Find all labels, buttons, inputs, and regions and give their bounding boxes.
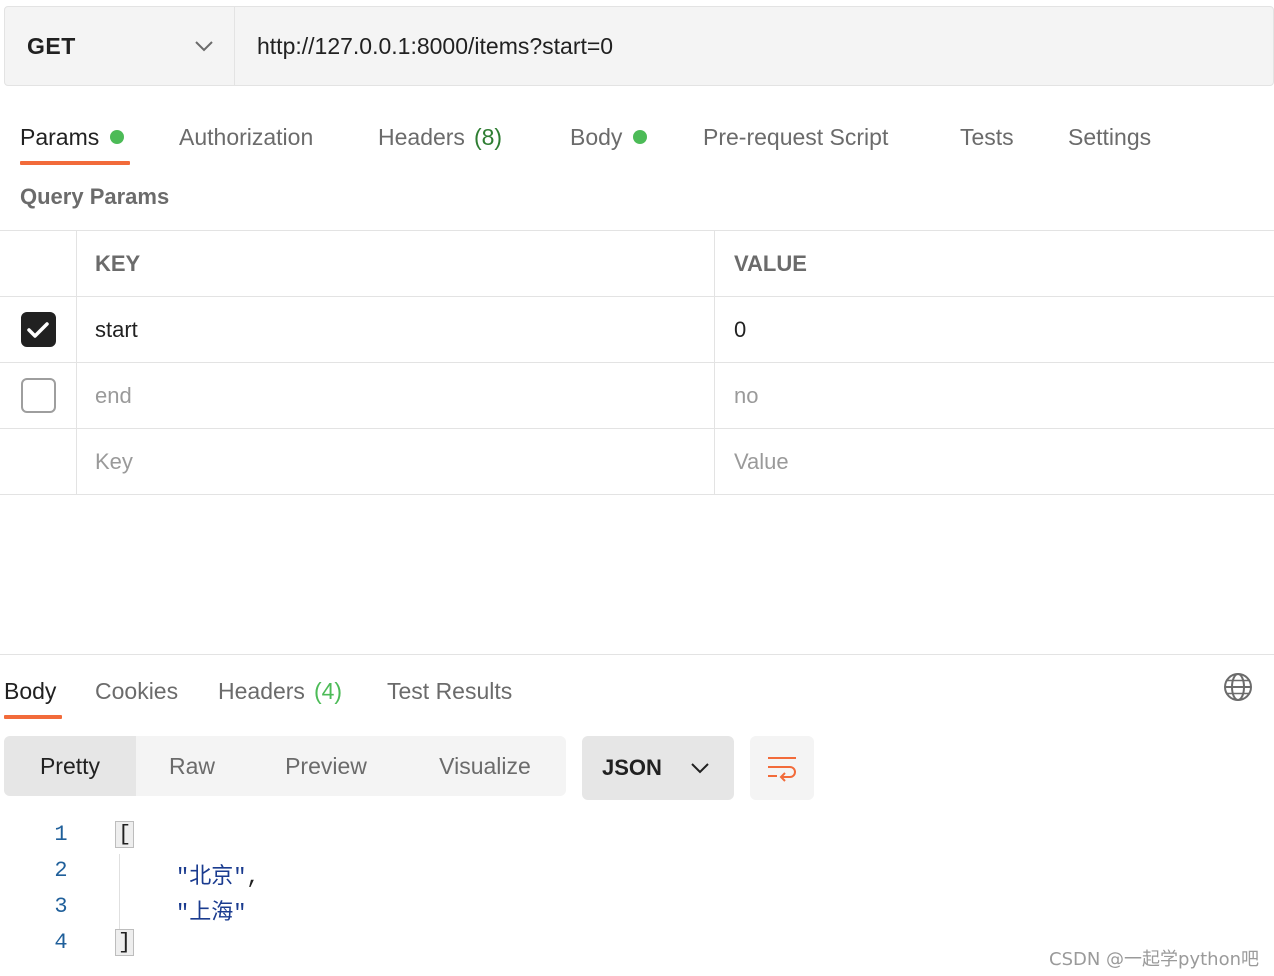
param-key-start[interactable]: start [77, 297, 715, 362]
format-label: JSON [602, 755, 662, 780]
query-params-table: KEY VALUE start 0 end no Key Value [0, 230, 1274, 495]
tab-pre-request-script[interactable]: Pre-request Script [703, 108, 888, 166]
tab-tests-label: Tests [960, 123, 1014, 150]
res-tab-body-label: Body [4, 677, 57, 704]
string-text: "北京" [176, 865, 247, 890]
tab-params[interactable]: Params [20, 108, 125, 166]
tab-authorization[interactable]: Authorization [179, 108, 313, 166]
tab-body[interactable]: Body [570, 108, 648, 166]
row-checkbox-cell [0, 429, 77, 494]
new-value-input[interactable]: Value [715, 429, 1274, 494]
header-checkbox-col [0, 231, 77, 296]
query-params-title: Query Params [20, 184, 170, 209]
res-tab-body[interactable]: Body [4, 662, 56, 720]
line-number: 1 [54, 822, 68, 847]
body-status-dot [633, 130, 648, 144]
tab-tests[interactable]: Tests [960, 108, 1014, 166]
res-tab-test-results-label: Test Results [387, 677, 513, 704]
res-tab-cookies[interactable]: Cookies [95, 662, 178, 720]
code-line: 2 "北京", [0, 854, 900, 890]
code-line: 4 ] [0, 926, 900, 962]
table-row: end no [0, 363, 1274, 429]
key-column-header: KEY [77, 231, 715, 296]
view-mode-preview[interactable]: Preview [248, 736, 404, 796]
table-header-row: KEY VALUE [0, 231, 1274, 297]
tab-body-label: Body [570, 123, 623, 150]
tab-params-label: Params [20, 123, 100, 150]
row-checkbox-cell [0, 363, 77, 428]
line-number: 2 [54, 858, 68, 883]
view-mode-raw[interactable]: Raw [136, 736, 248, 796]
string-value: "北京", [176, 858, 260, 890]
code-line: 3 "上海" [0, 890, 900, 926]
url-input[interactable] [235, 7, 1273, 85]
wrap-lines-icon [768, 757, 796, 782]
res-headers-count: (4) [313, 677, 343, 704]
new-key-input[interactable]: Key [77, 429, 715, 494]
word-wrap-button[interactable] [750, 736, 814, 800]
params-status-dot [110, 130, 125, 144]
response-tabs: Body Cookies Headers (4) Test Results [0, 662, 1274, 722]
response-body-code: 1 [ 2 "北京", 3 "上海" 4 ] [0, 818, 900, 962]
close-bracket: ] [114, 929, 135, 956]
format-select[interactable]: JSON [582, 736, 734, 800]
watermark: CSDN @一起学python吧 [1049, 949, 1260, 970]
globe-icon[interactable] [1223, 672, 1253, 702]
line-number: 3 [54, 894, 68, 919]
view-mode-pretty[interactable]: Pretty [4, 736, 136, 796]
res-tab-test-results[interactable]: Test Results [387, 662, 512, 720]
tab-pre-request-label: Pre-request Script [703, 123, 889, 150]
param-key-end[interactable]: end [77, 363, 715, 428]
method-select[interactable]: GET [5, 7, 235, 85]
tab-authorization-label: Authorization [179, 123, 314, 150]
request-tabs: Params Authorization Headers (8) Body Pr… [0, 108, 1274, 168]
res-tab-cookies-label: Cookies [95, 677, 179, 704]
res-tab-headers-label: Headers [218, 677, 305, 704]
method-label: GET [27, 32, 76, 59]
open-bracket: [ [114, 821, 135, 848]
code-line: 1 [ [0, 818, 900, 854]
view-mode-visualize[interactable]: Visualize [404, 736, 566, 796]
checkmark-icon [27, 321, 49, 338]
active-response-tab-indicator [4, 715, 62, 719]
res-tab-headers[interactable]: Headers (4) [218, 662, 342, 720]
tab-headers[interactable]: Headers (8) [378, 108, 502, 166]
table-row-new: Key Value [0, 429, 1274, 495]
headers-count: (8) [473, 123, 503, 150]
param-value-end[interactable]: no [715, 363, 1274, 428]
tab-settings-label: Settings [1068, 123, 1152, 150]
table-row: start 0 [0, 297, 1274, 363]
response-divider [0, 654, 1274, 655]
chevron-down-icon [691, 763, 709, 774]
param-value-start[interactable]: 0 [715, 297, 1274, 362]
string-value: "上海" [176, 901, 247, 926]
tab-settings[interactable]: Settings [1068, 108, 1151, 166]
request-url-bar: GET [4, 6, 1274, 86]
param-checkbox-end[interactable] [20, 378, 56, 413]
row-checkbox-cell [0, 297, 77, 362]
chevron-down-icon [195, 41, 213, 52]
value-column-header: VALUE [734, 250, 807, 276]
view-mode-segment: Pretty Raw Preview Visualize [4, 736, 566, 796]
tab-headers-label: Headers [378, 123, 465, 150]
param-checkbox-start[interactable] [20, 312, 56, 347]
active-tab-indicator [20, 161, 130, 165]
line-number: 4 [54, 930, 68, 955]
comma: , [246, 865, 260, 890]
